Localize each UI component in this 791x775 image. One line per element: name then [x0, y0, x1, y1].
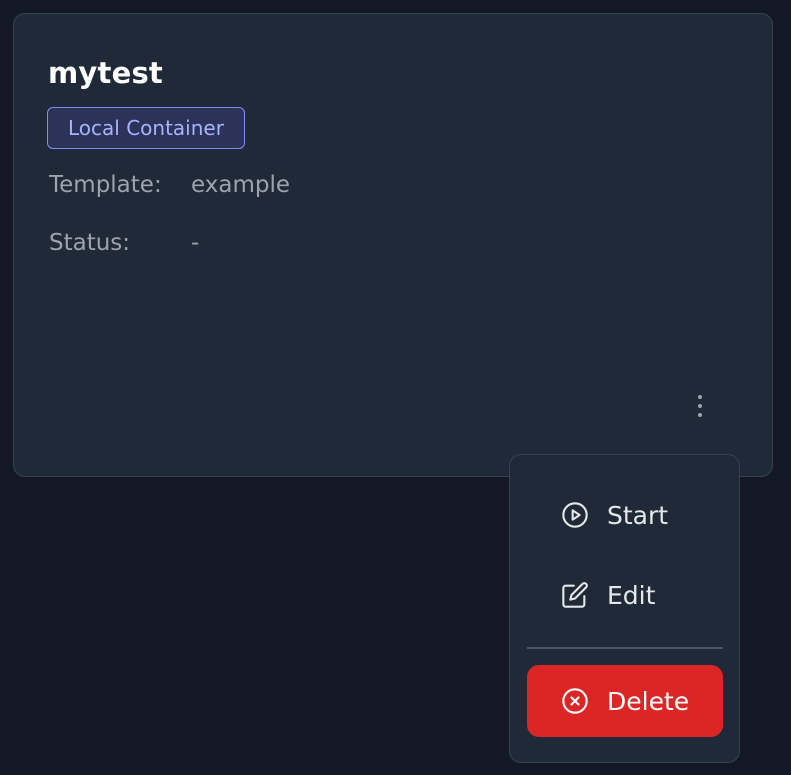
status-value: -: [191, 230, 200, 256]
template-value: example: [191, 172, 290, 198]
type-badge: Local Container: [47, 107, 245, 149]
context-menu: Start Edit Delete: [509, 454, 740, 763]
edit-menu-item[interactable]: Edit: [527, 559, 723, 631]
more-options-icon[interactable]: [686, 386, 714, 426]
dot: [698, 404, 702, 408]
status-row: Status: -: [49, 230, 199, 256]
card-title: mytest: [48, 56, 163, 90]
dot: [698, 413, 702, 417]
status-label: Status:: [49, 230, 131, 256]
play-circle-icon: [561, 501, 589, 529]
workspace-card[interactable]: mytest Local Container Template: example…: [13, 13, 773, 477]
template-row: Template: example: [49, 172, 290, 198]
edit-label: Edit: [607, 580, 656, 610]
menu-divider: [527, 647, 723, 649]
start-menu-item[interactable]: Start: [527, 479, 723, 551]
start-label: Start: [607, 500, 669, 530]
edit-icon: [561, 581, 589, 609]
page: mytest Local Container Template: example…: [0, 0, 791, 775]
delete-menu-item[interactable]: Delete: [527, 665, 723, 737]
template-label: Template:: [49, 172, 162, 198]
delete-label: Delete: [607, 686, 690, 716]
dot: [698, 395, 702, 399]
x-circle-icon: [561, 687, 589, 715]
